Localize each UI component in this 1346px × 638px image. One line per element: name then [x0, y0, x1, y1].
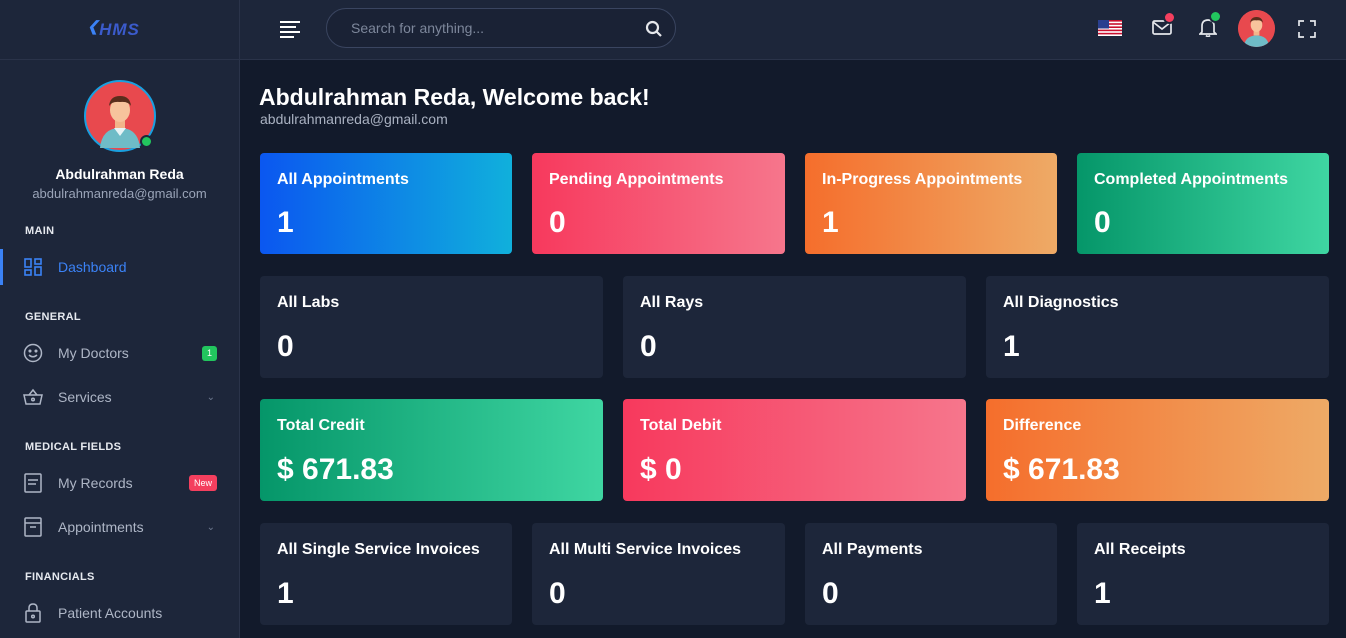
card-title: All Rays: [640, 294, 704, 311]
welcome-heading: Abdulrahman Reda, Welcome back!: [259, 84, 650, 110]
card-value: 1: [277, 206, 294, 239]
card-value: $ 671.83: [1003, 453, 1120, 486]
mail-unread-dot: [1165, 13, 1174, 22]
card-title: All Diagnostics: [1003, 294, 1119, 311]
card-value: 0: [640, 330, 657, 363]
card-title: All Receipts: [1094, 541, 1186, 558]
chevron-down-icon[interactable]: ⌄: [207, 392, 215, 403]
smiley-face-icon: [22, 342, 44, 364]
topbar: [240, 0, 1346, 60]
sidebar-item-label: My Doctors: [58, 345, 129, 361]
archive-box-icon: [22, 516, 44, 538]
new-badge: New: [188, 475, 217, 491]
card-title: All Multi Service Invoices: [549, 541, 742, 558]
document-icon: [22, 472, 44, 494]
profile-name: Abdulrahman Reda: [55, 166, 184, 182]
sidebar-item-appointments[interactable]: Appointments ⌄: [0, 509, 239, 545]
profile-card: Abdulrahman Reda abdulrahmanreda@gmail.c…: [0, 60, 239, 201]
sidebar-item-services[interactable]: Services ⌄: [0, 379, 239, 415]
sidebar: ❮ HMS Abdulrahman Reda abdulrahmanreda@g…: [0, 0, 240, 638]
sidebar-item-dashboard[interactable]: Dashboard: [0, 249, 239, 285]
card-title: Pending Appointments: [549, 171, 724, 188]
app-logo[interactable]: ❮ HMS: [87, 18, 140, 40]
card-title: All Appointments: [277, 171, 409, 188]
stat-card-all-receipts[interactable]: All Receipts 1: [1077, 523, 1329, 625]
sidebar-item-label: Patient Accounts: [58, 605, 163, 621]
sidebar-item-label: Services: [58, 389, 112, 405]
stat-card-total-credit[interactable]: Total Credit $ 671.83: [260, 399, 603, 501]
sidebar-item-patient-accounts[interactable]: Patient Accounts: [0, 595, 239, 631]
menu-icon[interactable]: [280, 21, 300, 38]
section-title-medical-fields: MEDICAL FIELDS: [25, 441, 122, 453]
card-value: 1: [1003, 330, 1020, 363]
stat-card-all-payments[interactable]: All Payments 0: [805, 523, 1057, 625]
stat-card-all-labs[interactable]: All Labs 0: [260, 276, 603, 378]
card-title: Completed Appointments: [1094, 171, 1289, 188]
stat-card-pending-appointments[interactable]: Pending Appointments 0: [532, 153, 785, 254]
section-title-main: MAIN: [25, 225, 55, 237]
logo-swoosh-icon: ❮: [87, 17, 100, 34]
chevron-down-icon[interactable]: ⌄: [207, 522, 215, 533]
card-value: 0: [277, 330, 294, 363]
sidebar-item-label: Appointments: [58, 519, 144, 535]
card-title: All Single Service Invoices: [277, 541, 480, 558]
profile-email: abdulrahmanreda@gmail.com: [32, 186, 207, 201]
card-value: $ 0: [640, 453, 682, 486]
dashboard-grid-icon: [22, 256, 44, 278]
stat-card-difference[interactable]: Difference $ 671.83: [986, 399, 1329, 501]
stat-card-all-rays[interactable]: All Rays 0: [623, 276, 966, 378]
sidebar-item-label: Dashboard: [58, 259, 127, 275]
bell-icon[interactable]: [1197, 12, 1220, 42]
card-title: Difference: [1003, 417, 1082, 434]
mail-icon[interactable]: [1152, 13, 1174, 40]
stat-card-total-debit[interactable]: Total Debit $ 0: [623, 399, 966, 501]
stat-card-all-diagnostics[interactable]: All Diagnostics 1: [986, 276, 1329, 378]
stat-card-completed-appointments[interactable]: Completed Appointments 0: [1077, 153, 1329, 254]
card-value: 1: [822, 206, 839, 239]
doctors-count-badge: 1: [202, 345, 217, 361]
logo-text: HMS: [99, 19, 140, 39]
welcome-email: abdulrahmanreda@gmail.com: [260, 111, 448, 127]
stat-card-multi-service-invoices[interactable]: All Multi Service Invoices 0: [532, 523, 785, 625]
card-value: $ 671.83: [277, 453, 394, 486]
sidebar-item-my-records[interactable]: My Records New: [0, 465, 239, 501]
card-value: 0: [549, 577, 566, 610]
notification-dot: [1211, 12, 1220, 21]
card-title: All Payments: [822, 541, 923, 558]
card-value: 1: [1094, 577, 1111, 610]
avatar[interactable]: [1238, 10, 1275, 47]
card-value: 0: [822, 577, 839, 610]
fullscreen-icon[interactable]: [1298, 20, 1316, 43]
stat-card-single-service-invoices[interactable]: All Single Service Invoices 1: [260, 523, 512, 625]
card-value: 1: [277, 577, 294, 610]
online-status-dot: [139, 135, 153, 148]
section-title-financials: FINANCIALS: [25, 571, 95, 583]
card-value: 0: [1094, 206, 1111, 239]
sidebar-item-my-doctors[interactable]: My Doctors 1: [0, 335, 239, 371]
card-value: 0: [549, 206, 566, 239]
basket-icon: [22, 386, 44, 408]
search-icon[interactable]: [645, 20, 663, 43]
profile-avatar[interactable]: [83, 80, 156, 152]
us-flag-icon[interactable]: [1098, 20, 1122, 36]
card-title: Total Debit: [640, 417, 722, 434]
card-title: In-Progress Appointments: [822, 171, 1023, 188]
stat-card-in-progress-appointments[interactable]: In-Progress Appointments 1: [805, 153, 1057, 254]
card-title: All Labs: [277, 294, 340, 311]
stat-card-all-appointments[interactable]: All Appointments 1: [260, 153, 512, 254]
logo-bar: ❮ HMS: [0, 0, 239, 60]
section-title-general: GENERAL: [25, 311, 81, 323]
search-bar: [326, 8, 676, 48]
sidebar-item-label: My Records: [58, 475, 133, 491]
search-input[interactable]: [351, 18, 631, 38]
card-title: Total Credit: [277, 417, 365, 434]
lock-icon: [22, 602, 44, 624]
